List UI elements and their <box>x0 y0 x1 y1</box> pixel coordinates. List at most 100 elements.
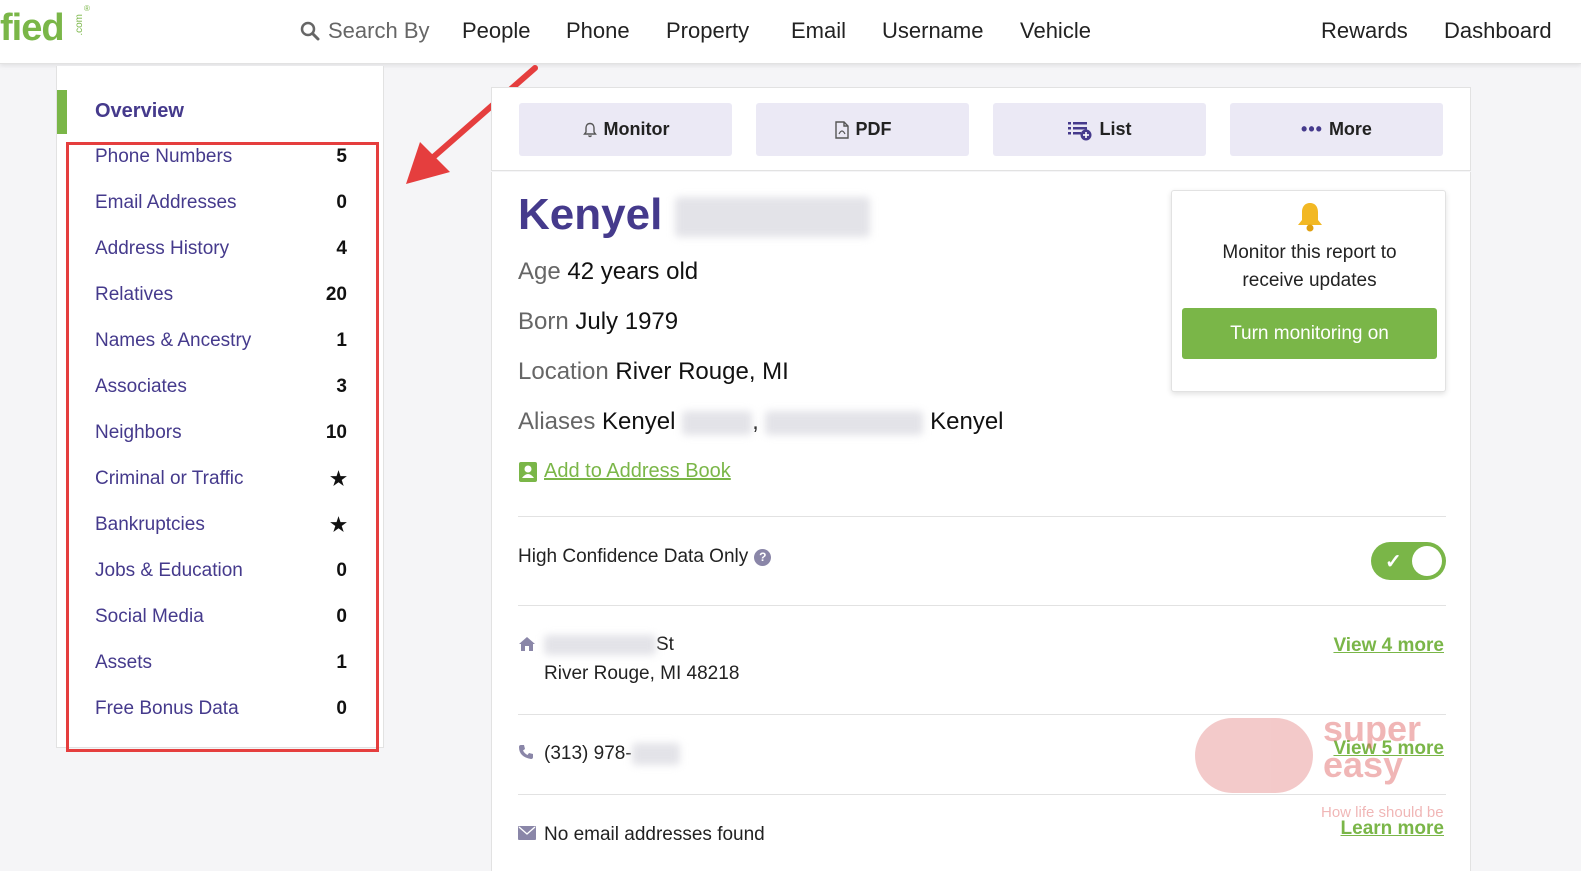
list-button[interactable]: List <box>993 103 1206 156</box>
high-confidence-toggle[interactable]: ✓ <box>1371 542 1446 580</box>
nav-dashboard[interactable]: Dashboard <box>1444 18 1552 44</box>
pdf-icon <box>834 120 849 139</box>
address-street-suffix: St <box>656 634 674 655</box>
nav-phone[interactable]: Phone <box>566 18 630 44</box>
monitor-message-line-1: Monitor this report to <box>1222 242 1397 263</box>
view-more-phones-link[interactable]: View 5 more <box>1333 738 1444 760</box>
report-sidebar: Overview Phone Numbers 5 Email Addresses… <box>56 66 384 748</box>
redacted-surname <box>674 197 870 238</box>
monitor-button-label: Monitor <box>603 119 670 139</box>
logo-text: fied <box>0 7 65 49</box>
list-button-label: List <box>1099 119 1132 139</box>
star-icon: ★ <box>329 515 347 536</box>
divider <box>518 516 1446 517</box>
help-icon[interactable]: ? <box>754 548 772 566</box>
age-label: Age <box>518 258 561 285</box>
sidebar-item-email-addresses[interactable]: Email Addresses 0 <box>57 182 385 226</box>
learn-more-link[interactable]: Learn more <box>1341 818 1444 840</box>
view-more-addresses-link[interactable]: View 4 more <box>1333 635 1444 657</box>
sidebar-item-address-history[interactable]: Address History 4 <box>57 228 385 272</box>
person-first-name: Kenyel <box>518 190 663 239</box>
email-row: No email addresses found <box>544 824 765 845</box>
sidebar-item-criminal-traffic[interactable]: Criminal or Traffic ★ <box>57 458 385 502</box>
contact-card-icon <box>519 461 537 482</box>
address-line-2: River Rouge, MI 48218 <box>544 663 740 684</box>
phone-number-prefix: (313) 978- <box>544 743 632 764</box>
divider <box>518 605 1446 606</box>
sidebar-item-neighbors[interactable]: Neighbors 10 <box>57 412 385 456</box>
redacted-alias-part <box>765 410 924 435</box>
sidebar-item-social-media[interactable]: Social Media 0 <box>57 596 385 640</box>
ellipsis-icon: ••• <box>1301 119 1323 139</box>
sidebar-item-label: Address History <box>95 238 230 259</box>
monitor-button[interactable]: Monitor <box>519 103 732 156</box>
sidebar-item-label: Free Bonus Data <box>95 698 239 719</box>
sidebar-item-jobs-education[interactable]: Jobs & Education 0 <box>57 550 385 594</box>
sidebar-item-relatives[interactable]: Relatives 20 <box>57 274 385 318</box>
sidebar-item-count: 1 <box>336 330 347 351</box>
bell-icon <box>582 122 597 137</box>
sidebar-item-bankruptcies[interactable]: Bankruptcies ★ <box>57 504 385 548</box>
born-value: July 1979 <box>575 308 679 335</box>
nav-username[interactable]: Username <box>882 18 983 44</box>
aliases-label: Aliases <box>518 408 596 435</box>
sidebar-item-count: 5 <box>336 146 347 167</box>
monitor-panel: Monitor this report to receive updates T… <box>1171 190 1446 392</box>
redacted-alias-part <box>682 410 753 435</box>
site-logo[interactable]: fied <box>0 7 65 49</box>
address-block: St River Rouge, MI 48218 <box>544 630 739 688</box>
age-value: 42 years old <box>567 258 699 285</box>
born-row: Born July 1979 <box>518 308 678 336</box>
nav-people[interactable]: People <box>462 18 531 44</box>
nav-rewards[interactable]: Rewards <box>1321 18 1408 44</box>
age-row: Age 42 years old <box>518 258 698 286</box>
address-line-1: St <box>544 630 739 659</box>
toggle-knob <box>1412 546 1442 576</box>
sidebar-item-count: 4 <box>336 238 347 259</box>
sidebar-item-names-ancestry[interactable]: Names & Ancestry 1 <box>57 320 385 364</box>
sidebar-item-label: Associates <box>95 376 187 397</box>
born-label: Born <box>518 308 569 335</box>
sidebar-item-count: 0 <box>336 606 347 627</box>
location-value: River Rouge, MI <box>615 358 789 385</box>
sidebar-item-label: Social Media <box>95 606 204 627</box>
sidebar-item-label: Jobs & Education <box>95 560 243 581</box>
active-indicator <box>57 90 67 134</box>
location-label: Location <box>518 358 609 385</box>
sidebar-item-free-bonus-data[interactable]: Free Bonus Data 0 <box>57 688 385 732</box>
nav-email[interactable]: Email <box>791 18 846 44</box>
nav-vehicle[interactable]: Vehicle <box>1020 18 1091 44</box>
add-to-address-book-link[interactable]: Add to Address Book <box>518 460 731 483</box>
turn-monitoring-on-button[interactable]: Turn monitoring on <box>1182 308 1437 359</box>
add-to-address-book-label: Add to Address Book <box>544 460 731 482</box>
person-name: Kenyel <box>518 190 870 240</box>
top-navigation: fied .com ® Search By People Phone Prope… <box>0 0 1581 64</box>
aliases-row: Aliases Kenyel , Kenyel <box>518 408 1004 436</box>
logo-registered-mark: ® <box>84 4 90 13</box>
add-to-list-icon <box>1068 121 1092 140</box>
sidebar-item-associates[interactable]: Associates 3 <box>57 366 385 410</box>
sidebar-item-count: 1 <box>336 652 347 673</box>
nav-property[interactable]: Property <box>666 18 749 44</box>
sidebar-item-count: 0 <box>336 560 347 581</box>
search-icon <box>300 21 320 41</box>
sidebar-item-label: Email Addresses <box>95 192 237 213</box>
sidebar-item-assets[interactable]: Assets 1 <box>57 642 385 686</box>
sidebar-item-label: Relatives <box>95 284 174 305</box>
envelope-icon <box>518 826 536 840</box>
sidebar-item-overview[interactable]: Overview <box>57 90 385 134</box>
sidebar-item-phone-numbers[interactable]: Phone Numbers 5 <box>57 136 385 180</box>
monitor-message-line-2: receive updates <box>1242 270 1377 291</box>
search-by-menu[interactable]: Search By <box>300 18 430 44</box>
divider <box>518 794 1446 795</box>
sidebar-item-label: Assets <box>95 652 153 673</box>
report-main: Kenyel Age 42 years old Born July 1979 L… <box>491 172 1471 871</box>
sidebar-item-label: Bankruptcies <box>95 514 205 535</box>
divider <box>518 714 1446 715</box>
sidebar-item-label: Neighbors <box>95 422 182 443</box>
pdf-button[interactable]: PDF <box>756 103 969 156</box>
more-button[interactable]: ••• More <box>1230 103 1443 156</box>
high-confidence-label: High Confidence Data Only ? <box>518 546 772 568</box>
sidebar-item-label: Criminal or Traffic <box>95 468 244 489</box>
sidebar-item-label: Phone Numbers <box>95 146 233 167</box>
